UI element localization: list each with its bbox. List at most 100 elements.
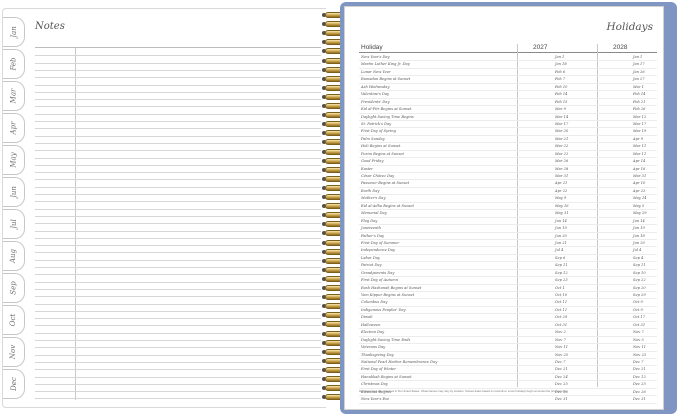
- ruled-line: [35, 398, 321, 400]
- ruled-line: [35, 230, 321, 232]
- holiday-date-year-2: Dec 21: [633, 367, 646, 372]
- holiday-row: Veterans Day Nov 11 Nov 11: [359, 344, 657, 352]
- holiday-name: First Day of Spring: [361, 129, 396, 134]
- holiday-row: César Chávez Day Mar 31 Mar 31: [359, 173, 657, 181]
- holiday-row: Yom Kippur Begins at Sunset Oct 10 Sep 29: [359, 292, 657, 300]
- month-tab-label: Jun: [9, 186, 18, 198]
- ruled-line: [35, 252, 321, 254]
- month-tab[interactable]: Feb: [3, 49, 25, 79]
- month-tab[interactable]: Jan: [3, 17, 25, 47]
- holiday-row: Passover Begins at Sunset Apr 21 Apr 10: [359, 180, 657, 188]
- holiday-row: Columbus Day Oct 11 Oct 9: [359, 299, 657, 307]
- holiday-date-year-2: Sep 20: [633, 285, 646, 290]
- ruled-line: [35, 223, 321, 225]
- holiday-row: Indigenous Peoples' Day Oct 11 Oct 9: [359, 307, 657, 315]
- holiday-name: Veterans Day: [361, 345, 386, 350]
- ruled-line: [35, 325, 321, 327]
- holiday-date-year-1: Sep 12: [555, 270, 568, 275]
- ruled-line: [35, 376, 321, 378]
- holiday-date-year-2: Sep 11: [633, 263, 646, 268]
- ruled-line: [35, 208, 321, 210]
- month-tab[interactable]: Mar: [3, 81, 25, 111]
- column-header-holiday: Holiday: [361, 44, 383, 51]
- ruled-line: [35, 274, 321, 276]
- holiday-row: Patriot Day Sep 11 Sep 11: [359, 262, 657, 270]
- ruled-line: [35, 150, 321, 152]
- month-tab[interactable]: Dec: [3, 369, 25, 399]
- month-tab-label: Feb: [9, 57, 18, 71]
- holiday-name: Good Friday: [361, 159, 384, 164]
- holiday-name: Mother's Day: [361, 196, 386, 201]
- month-tab[interactable]: May: [3, 145, 25, 175]
- month-tab[interactable]: Jul: [3, 209, 25, 239]
- month-tab-label: Mar: [9, 88, 18, 104]
- holiday-row: Grandparents Day Sep 12 Sep 10: [359, 270, 657, 278]
- month-tab[interactable]: Oct: [3, 305, 25, 335]
- ruled-line: [35, 354, 321, 356]
- holiday-date-year-2: Nov 7: [633, 330, 644, 335]
- holiday-name: Presidents' Day: [361, 99, 390, 104]
- holiday-date-year-1: Nov 7: [555, 337, 566, 342]
- holiday-date-year-1: Dec 25: [555, 382, 568, 387]
- ruled-line: [35, 237, 321, 239]
- holiday-name: First Day of Summer: [361, 240, 400, 245]
- month-tab-label: May: [9, 152, 18, 168]
- holiday-date-year-1: Mar 20: [555, 129, 569, 134]
- holiday-row: Memorial Day May 31 May 29: [359, 210, 657, 218]
- holiday-date-year-1: Feb 15: [555, 99, 568, 104]
- holiday-date-year-1: Oct 31: [555, 322, 568, 327]
- ruled-line: [35, 135, 321, 137]
- holiday-name: Palm Sunday: [361, 136, 385, 141]
- ruled-line: [35, 157, 321, 159]
- holiday-date-year-2: Jan 17: [633, 62, 645, 67]
- holiday-date-year-2: Dec 12: [633, 374, 646, 379]
- holiday-date-year-2: Oct 17: [633, 315, 646, 320]
- holiday-name: Eid al-Adha Begins at Sunset: [361, 203, 414, 208]
- month-tab[interactable]: Nov: [3, 337, 25, 367]
- holiday-date-year-1: May 9: [555, 196, 567, 201]
- holiday-row: Holi Begins at Sunset Mar 22 Mar 11: [359, 143, 657, 151]
- holiday-date-year-1: Nov 2: [555, 330, 566, 335]
- holiday-row: Rosh Hashanah Begins at Sunset Oct 1 Sep 2…: [359, 285, 657, 292]
- holiday-date-year-2: Apr 22: [633, 188, 646, 193]
- footnote: Holidays listed are observed in the Unit…: [359, 389, 568, 393]
- ruled-line: [35, 303, 321, 305]
- holiday-name: New Year's Eve: [361, 397, 390, 402]
- holiday-date-year-1: May 31: [555, 211, 569, 216]
- holiday-name: Independence Day: [361, 248, 395, 253]
- holiday-date-year-2: Sep 10: [633, 270, 646, 275]
- holiday-name: Purim Begins at Sunset: [361, 151, 404, 156]
- month-tab-label: Nov: [9, 344, 18, 360]
- ruled-line: [35, 215, 321, 217]
- holiday-date-year-1: Mar 31: [555, 174, 569, 178]
- month-tab-label: Oct: [9, 313, 18, 327]
- holiday-name: Passover Begins at Sunset: [361, 181, 410, 186]
- holiday-name: Labor Day: [361, 255, 380, 260]
- holiday-name: First Day of Winter: [361, 367, 397, 372]
- holiday-row: Diwali Oct 29 Oct 17: [359, 314, 657, 322]
- holiday-date-year-2: Nov 23: [633, 352, 647, 357]
- holiday-date-year-1: Feb 6: [555, 69, 566, 74]
- month-tab-label: Dec: [9, 377, 18, 391]
- holiday-row: Purim Begins at Sunset Mar 22 Mar 11: [359, 151, 657, 159]
- holiday-date-year-1: Oct 1: [555, 285, 565, 290]
- holidays-page: Holidays Holiday 2027 2028 New Year's Da…: [344, 6, 664, 410]
- holiday-name: Hanukkah Begins at Sunset: [361, 374, 412, 379]
- month-tab[interactable]: Sep: [3, 273, 25, 303]
- holiday-date-year-1: Mar 9: [555, 107, 566, 112]
- holiday-date-year-1: Jun 21: [555, 240, 567, 245]
- month-tab[interactable]: Jun: [3, 177, 25, 207]
- holiday-date-year-1: Jun 14: [555, 218, 567, 223]
- holiday-date-year-1: Dec 31: [555, 397, 568, 402]
- month-tab[interactable]: Aug: [3, 241, 25, 271]
- holidays-title: Holidays: [606, 21, 654, 33]
- holiday-name: Daylight Saving Time Ends: [361, 337, 411, 342]
- holiday-row: Thanksgiving Day Nov 25 Nov 23: [359, 352, 657, 359]
- holiday-name: Columbus Day: [361, 300, 388, 305]
- holiday-date-year-1: Nov 25: [555, 352, 569, 357]
- holiday-row: Halloween Oct 31 Oct 31: [359, 322, 657, 330]
- holiday-date-year-2: Jan 27: [633, 77, 645, 82]
- month-tab[interactable]: Apr: [3, 113, 25, 143]
- holiday-name: Father's Day: [361, 233, 385, 238]
- holiday-name: Halloween: [361, 322, 381, 327]
